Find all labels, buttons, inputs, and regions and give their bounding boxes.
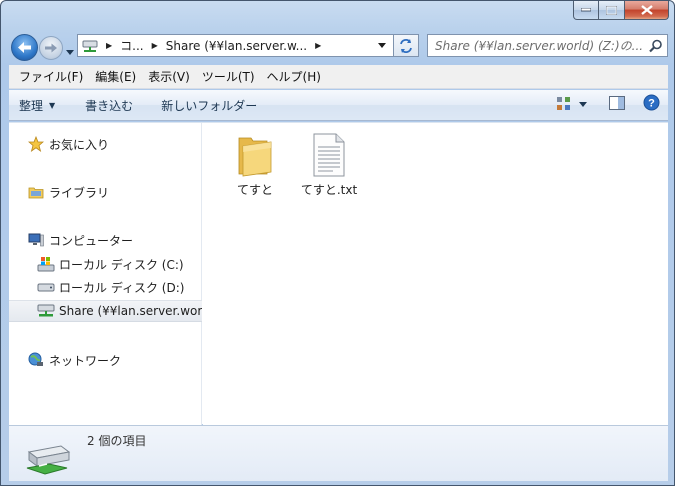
sidebar-item-favorites[interactable]: お気に入り bbox=[9, 133, 202, 155]
breadcrumb-separator[interactable]: ▶ bbox=[102, 41, 116, 50]
network-drive-icon bbox=[25, 438, 71, 476]
hard-drive-icon bbox=[37, 278, 55, 296]
close-button[interactable] bbox=[625, 1, 669, 20]
sidebar-item-label: ライブラリ bbox=[49, 185, 110, 200]
sidebar-item-drive-c[interactable]: ローカル ディスク (C:) bbox=[9, 253, 202, 275]
file-list: てすと てすと.txt bbox=[203, 123, 668, 425]
sidebar-item-libraries[interactable]: ライブラリ bbox=[9, 181, 202, 203]
computer-icon bbox=[27, 231, 45, 249]
close-icon bbox=[640, 5, 653, 15]
breadcrumb-computer[interactable]: コ... bbox=[116, 35, 147, 56]
network-drive-icon bbox=[82, 40, 98, 52]
help-button[interactable]: ? bbox=[643, 94, 660, 114]
breadcrumb-separator[interactable]: ▶ bbox=[148, 41, 162, 50]
burn-button[interactable]: 書き込む bbox=[65, 97, 143, 114]
minimize-icon bbox=[581, 8, 591, 12]
sidebar-item-label: Share (¥¥lan.server.world) (Z:) bbox=[59, 304, 202, 318]
menu-file[interactable]: ファイル(F) bbox=[13, 68, 89, 85]
file-item-text[interactable]: てすと.txt bbox=[297, 131, 361, 198]
refresh-icon bbox=[400, 38, 412, 53]
search-icon[interactable] bbox=[646, 39, 666, 53]
network-icon bbox=[27, 351, 45, 369]
menu-help[interactable]: ヘルプ(H) bbox=[261, 68, 327, 85]
preview-pane-button[interactable] bbox=[609, 95, 625, 113]
navigation-pane: お気に入り ライブラリ コンピューター ローカル ディスク (C:) ローカル … bbox=[9, 123, 202, 425]
menu-tools[interactable]: ツール(T) bbox=[196, 68, 261, 85]
caption-buttons bbox=[573, 1, 669, 21]
breadcrumb-separator[interactable]: ▶ bbox=[311, 41, 325, 50]
command-bar: 整理 ▼ 書き込む 新しいフォルダー ? bbox=[9, 90, 668, 121]
chevron-down-icon bbox=[378, 43, 386, 48]
star-icon bbox=[27, 135, 45, 153]
sidebar-item-label: ネットワーク bbox=[49, 353, 122, 368]
view-grid-icon bbox=[557, 97, 570, 110]
file-name: てすと bbox=[236, 183, 273, 197]
chevron-down-icon: ▼ bbox=[49, 100, 56, 110]
sidebar-item-drive-d[interactable]: ローカル ディスク (D:) bbox=[9, 276, 202, 298]
file-item-folder[interactable]: てすと bbox=[223, 131, 287, 198]
sidebar-item-label: お気に入り bbox=[49, 137, 110, 152]
sidebar-item-label: ローカル ディスク (C:) bbox=[59, 257, 184, 272]
new-folder-button[interactable]: 新しいフォルダー bbox=[143, 97, 267, 114]
address-bar[interactable]: ▶ コ... ▶ Share (¥¥lan.server.w... ▶ bbox=[77, 34, 419, 57]
maximize-button[interactable] bbox=[599, 1, 625, 20]
recent-pages-dropdown[interactable] bbox=[66, 44, 74, 58]
arrow-right-icon bbox=[45, 43, 57, 53]
forward-button[interactable] bbox=[39, 36, 63, 60]
chevron-down-icon bbox=[579, 101, 587, 107]
sidebar-item-computer[interactable]: コンピューター bbox=[9, 229, 202, 251]
search-box[interactable] bbox=[427, 34, 668, 57]
network-drive-icon bbox=[37, 302, 55, 320]
arrow-left-icon bbox=[18, 42, 31, 53]
change-view-button[interactable] bbox=[557, 97, 587, 111]
navigation-bar: ▶ コ... ▶ Share (¥¥lan.server.w... ▶ bbox=[1, 31, 674, 63]
library-icon bbox=[27, 183, 45, 201]
help-icon: ? bbox=[643, 94, 660, 111]
file-name: てすと.txt bbox=[300, 183, 358, 197]
maximize-icon bbox=[606, 5, 617, 15]
explorer-window: ▶ コ... ▶ Share (¥¥lan.server.w... ▶ Shar… bbox=[0, 0, 675, 486]
text-file-icon bbox=[305, 131, 353, 179]
details-pane: 2 個の項目 bbox=[9, 425, 668, 481]
minimize-button[interactable] bbox=[573, 1, 599, 20]
search-input[interactable] bbox=[428, 35, 646, 56]
preview-pane-icon bbox=[609, 95, 625, 110]
view-controls: ? bbox=[557, 94, 660, 114]
system-drive-icon bbox=[37, 255, 55, 273]
item-count: 2 個の項目 bbox=[87, 434, 147, 448]
sidebar-item-share[interactable]: Share (¥¥lan.server.world) (Z:) bbox=[9, 300, 202, 322]
menu-edit[interactable]: 編集(E) bbox=[89, 68, 142, 85]
organize-button[interactable]: 整理 ▼ bbox=[9, 97, 65, 114]
breadcrumb-share[interactable]: Share (¥¥lan.server.w... bbox=[162, 35, 311, 56]
sidebar-item-label: コンピューター bbox=[49, 233, 134, 248]
refresh-button[interactable] bbox=[393, 34, 419, 57]
content-area: お気に入り ライブラリ コンピューター ローカル ディスク (C:) ローカル … bbox=[9, 122, 668, 425]
back-button[interactable] bbox=[11, 34, 38, 61]
menu-view[interactable]: 表示(V) bbox=[142, 68, 196, 85]
svg-text:?: ? bbox=[648, 98, 655, 110]
address-location-icon bbox=[78, 35, 102, 56]
chevron-down-icon bbox=[66, 50, 74, 55]
organize-label: 整理 bbox=[19, 98, 44, 113]
sidebar-item-network[interactable]: ネットワーク bbox=[9, 349, 202, 371]
menu-bar: ファイル(F) 編集(E) 表示(V) ツール(T) ヘルプ(H) bbox=[9, 65, 668, 89]
sidebar-item-label: ローカル ディスク (D:) bbox=[59, 280, 185, 295]
address-history-dropdown[interactable] bbox=[374, 35, 390, 56]
folder-icon bbox=[231, 131, 279, 179]
